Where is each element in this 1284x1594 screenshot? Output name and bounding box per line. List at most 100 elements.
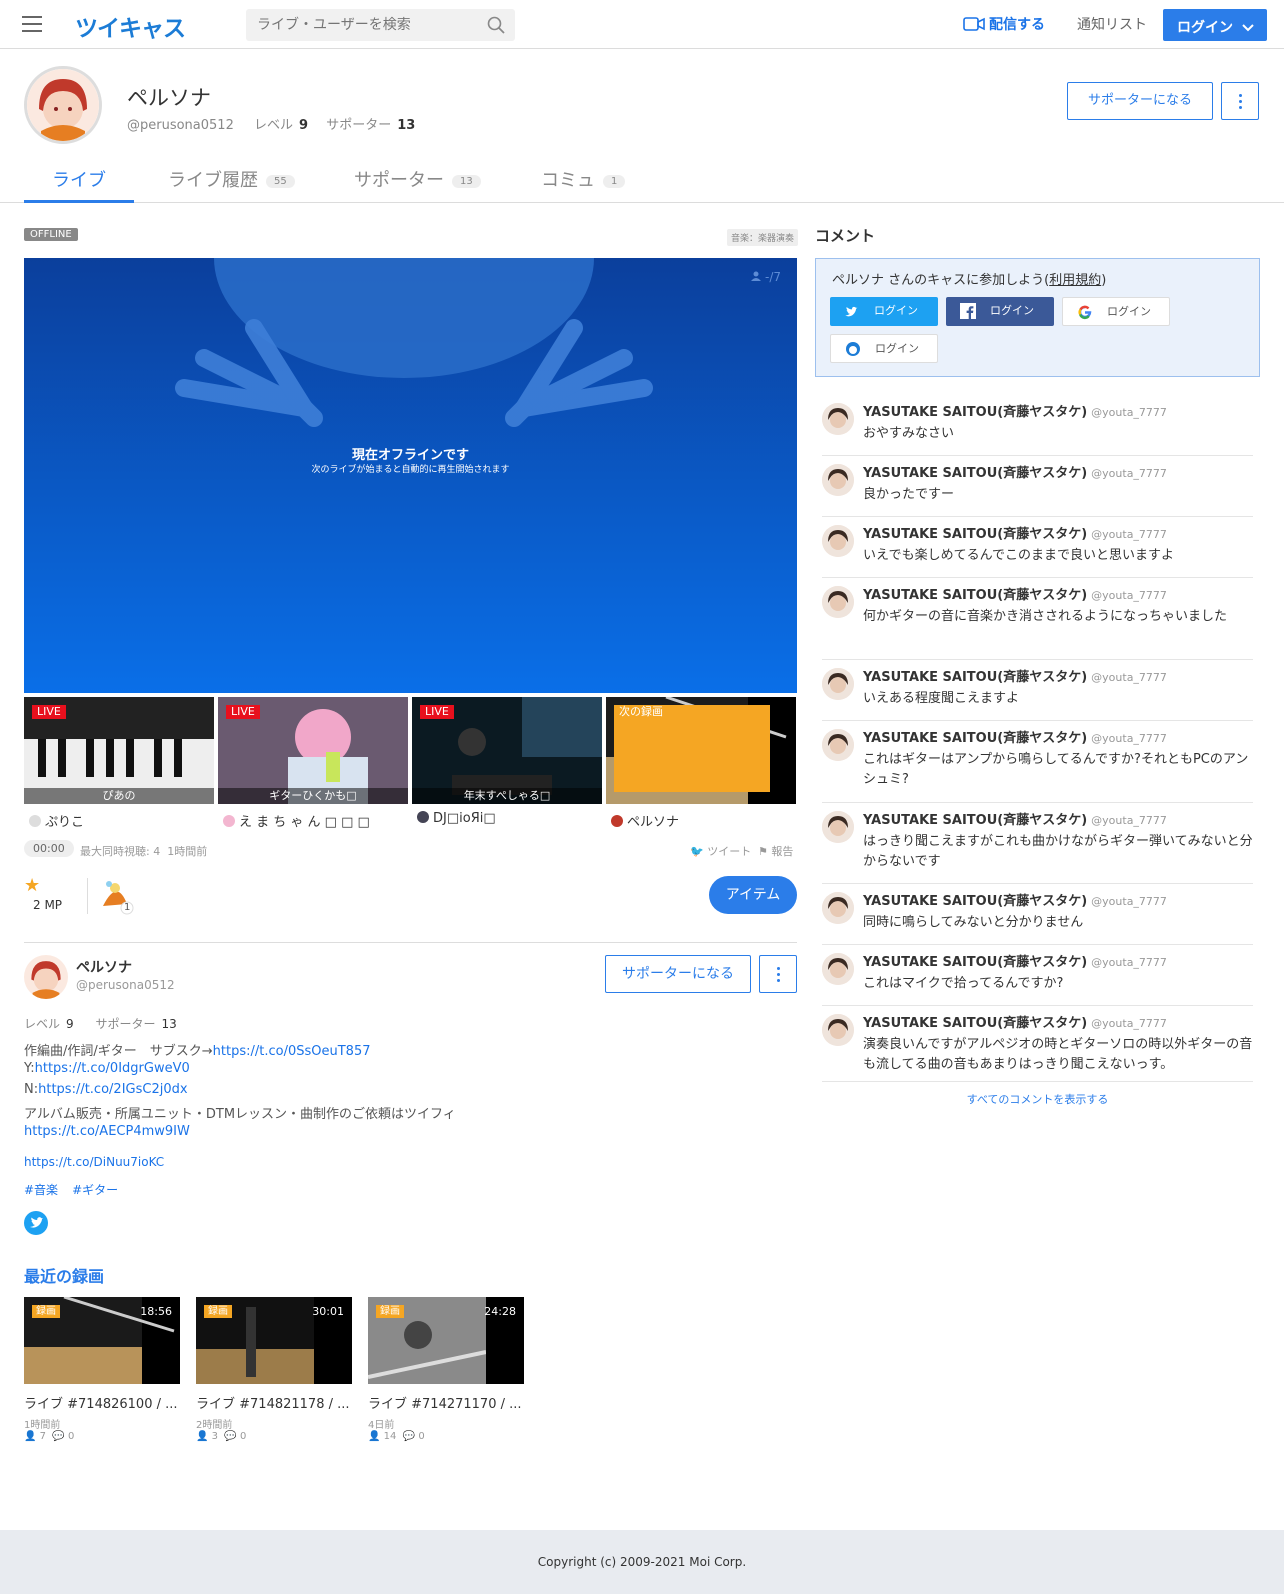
more-options-icon[interactable] — [759, 955, 797, 993]
google-login-button[interactable]: ログイン — [1062, 297, 1170, 326]
thumb-user-name: え ま ち ゃ ん □ □ □ — [239, 815, 370, 830]
become-supporter-button[interactable]: サポーターになる — [1067, 82, 1213, 120]
become-supporter-button[interactable]: サポーターになる — [605, 955, 751, 993]
item-button[interactable]: アイテム — [709, 876, 797, 914]
thumb-user[interactable]: DJ□ioЯi□ — [417, 811, 496, 826]
tweet-link[interactable]: 🐦 ツイート — [690, 843, 751, 859]
comment-author[interactable]: YASUTAKE SAITOU(斉藤ヤスタケ) @youta_7777 — [863, 890, 1167, 909]
comment-avatar[interactable] — [822, 953, 854, 985]
person-icon: 👤 — [24, 1431, 37, 1442]
recording-tag: 録画 — [376, 1305, 404, 1318]
profile-name: ペルソナ — [127, 86, 211, 110]
comment-item: YASUTAKE SAITOU(斉藤ヤスタケ) @youta_7777 これはマイク… — [822, 945, 1253, 1006]
thumb-user[interactable]: え ま ち ゃ ん □ □ □ — [223, 811, 370, 830]
bio-link[interactable]: https://t.co/2IGsC2j0dx — [38, 1082, 187, 1097]
comment-author[interactable]: YASUTAKE SAITOU(斉藤ヤスタケ) @youta_7777 — [863, 951, 1167, 970]
tab-supporters[interactable]: サポーター 13 — [354, 166, 481, 202]
recording-title[interactable]: ライブ #714821178 / ... — [196, 1393, 352, 1412]
next-recording-thumb[interactable]: 次の録画 — [606, 697, 796, 804]
avatar-image — [822, 668, 854, 700]
comment-avatar[interactable] — [822, 464, 854, 496]
recording-thumb[interactable]: 録画 30:01 — [196, 1297, 352, 1384]
viewer-count: -/7 — [750, 270, 781, 284]
bio-link[interactable]: https://t.co/AECP4mw9IW — [24, 1124, 190, 1139]
more-options-icon[interactable] — [1221, 82, 1259, 120]
notification-list-link[interactable]: 通知リスト — [1077, 14, 1147, 34]
comment-avatar[interactable] — [822, 1014, 854, 1046]
report-link[interactable]: ⚑ 報告 — [758, 843, 793, 859]
comment-author-name: YASUTAKE SAITOU(斉藤ヤスタケ) — [863, 894, 1088, 909]
recording-thumb[interactable]: 録画 18:56 — [24, 1297, 180, 1384]
comment-author-id: @youta_7777 — [1091, 528, 1167, 541]
profile-name-small[interactable]: ペルソナ — [76, 957, 132, 977]
comment-author[interactable]: YASUTAKE SAITOU(斉藤ヤスタケ) @youta_7777 — [863, 401, 1167, 420]
divider — [24, 942, 797, 943]
thumb-user[interactable]: ペルソナ — [611, 811, 679, 830]
supporter-count: 13 — [397, 118, 416, 133]
broadcast-button[interactable]: 配信する — [963, 14, 1045, 34]
comment-author[interactable]: YASUTAKE SAITOU(斉藤ヤスタケ) @youta_7777 — [863, 584, 1167, 603]
comment-author-name: YASUTAKE SAITOU(斉藤ヤスタケ) — [863, 1016, 1088, 1031]
comment-count: 0 — [68, 1431, 75, 1442]
flag-icon: ⚑ — [758, 845, 768, 858]
avatar-image — [822, 892, 854, 924]
bio-link[interactable]: https://t.co/0SsOeuT857 — [213, 1044, 371, 1059]
comment-author-id: @youta_7777 — [1091, 467, 1167, 480]
comment-avatar[interactable] — [822, 525, 854, 557]
comment-avatar[interactable] — [822, 892, 854, 924]
profile-avatar[interactable] — [24, 66, 102, 144]
recording-time: 2時間前 — [196, 1420, 233, 1431]
show-all-comments-link[interactable]: すべてのコメントを表示する — [815, 1091, 1260, 1107]
comment-avatar[interactable] — [822, 403, 854, 435]
login-button[interactable]: ログイン — [1163, 9, 1267, 41]
category-badge[interactable]: 音楽：楽器演奏 — [727, 229, 799, 246]
item-gift-icon[interactable]: 1 — [97, 876, 137, 916]
next-recording-tag: 次の録画 — [614, 705, 770, 792]
hashtag-link[interactable]: #音楽 — [24, 1183, 58, 1197]
terms-link[interactable]: 利用規約 — [1049, 273, 1101, 288]
search-icon[interactable] — [487, 16, 505, 34]
comment-author[interactable]: YASUTAKE SAITOU(斉藤ヤスタケ) @youta_7777 — [863, 727, 1167, 746]
avatar-image — [822, 729, 854, 761]
site-logo[interactable]: ツイキャス — [75, 9, 186, 43]
related-live-thumb[interactable]: LIVE 年末すぺしゃる□ — [412, 697, 602, 804]
thumb-title: ぴあの — [24, 788, 214, 804]
twitter-bird-icon — [30, 1217, 43, 1228]
comment-avatar[interactable] — [822, 811, 854, 843]
comment-author[interactable]: YASUTAKE SAITOU(斉藤ヤスタケ) @youta_7777 — [863, 1012, 1167, 1031]
tab-live-history[interactable]: ライブ履歴 55 — [168, 166, 295, 202]
tab-community[interactable]: コミュ 1 — [541, 166, 626, 202]
recording-title[interactable]: ライブ #714271170 / ... — [368, 1393, 524, 1412]
profile-meta: @perusona0512 レベル 9 サポーター 13 — [127, 114, 429, 133]
twitcasting-login-button[interactable]: ログイン — [830, 334, 938, 363]
comment-author[interactable]: YASUTAKE SAITOU(斉藤ヤスタケ) @youta_7777 — [863, 462, 1167, 481]
profile-id-small: @perusona0512 — [76, 978, 175, 992]
comment-author[interactable]: YASUTAKE SAITOU(斉藤ヤスタケ) @youta_7777 — [863, 666, 1167, 685]
bio-text: Y: — [24, 1061, 35, 1076]
related-live-thumb[interactable]: LIVE ぴあの — [24, 697, 214, 804]
search-input[interactable] — [246, 9, 476, 41]
twitter-bird-icon: 🐦 — [690, 845, 704, 858]
video-player[interactable]: -/7 現在オフラインです 次のライブが始まると自動的に再生開始されます — [24, 258, 797, 693]
facebook-login-button[interactable]: ログイン — [946, 297, 1054, 326]
comment-avatar[interactable] — [822, 668, 854, 700]
comment-avatar[interactable] — [822, 586, 854, 618]
related-live-thumb[interactable]: LIVE ギターひくかも□ — [218, 697, 408, 804]
profile-avatar-small[interactable] — [24, 955, 68, 999]
comment-author-id: @youta_7777 — [1091, 406, 1167, 419]
thumb-user[interactable]: ぷりこ — [29, 811, 84, 830]
recording-thumb[interactable]: 録画 24:28 — [368, 1297, 524, 1384]
comment-avatar[interactable] — [822, 729, 854, 761]
twitter-icon[interactable] — [24, 1211, 48, 1235]
bio-link[interactable]: https://t.co/DiNuu7ioKC — [24, 1155, 164, 1169]
twitter-login-button[interactable]: ログイン — [830, 297, 938, 326]
bio-link[interactable]: https://t.co/0IdgrGweV0 — [35, 1061, 190, 1076]
comment-author[interactable]: YASUTAKE SAITOU(斉藤ヤスタケ) @youta_7777 — [863, 523, 1167, 542]
hamburger-menu-icon[interactable] — [20, 13, 44, 35]
tab-live[interactable]: ライブ — [24, 166, 134, 203]
comment-author[interactable]: YASUTAKE SAITOU(斉藤ヤスタケ) @youta_7777 — [863, 809, 1167, 828]
hashtag-link[interactable]: #ギター — [72, 1183, 118, 1197]
avatar-image — [822, 1014, 854, 1046]
max-viewers: 最大同時視聴: 4 1時間前 — [80, 843, 207, 859]
recording-title[interactable]: ライブ #714826100 / ... — [24, 1393, 180, 1412]
